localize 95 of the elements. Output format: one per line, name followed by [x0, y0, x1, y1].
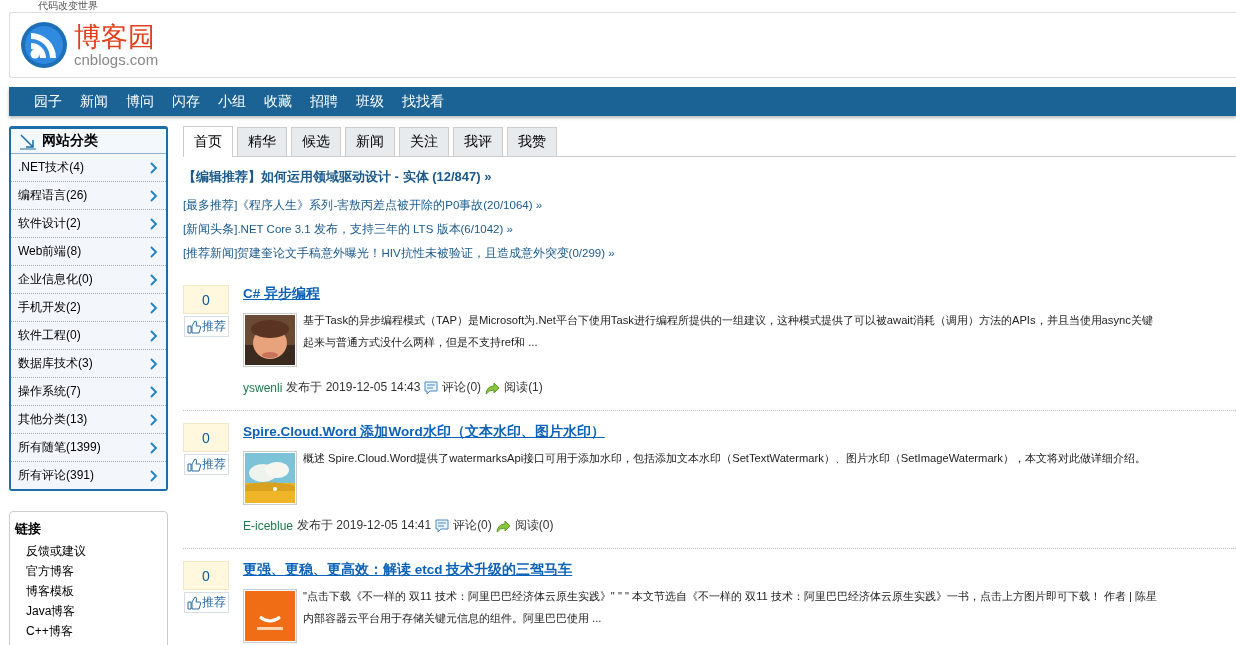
vote-count: 0: [183, 561, 229, 590]
vote-count: 0: [183, 285, 229, 314]
vote-count: 0: [183, 423, 229, 452]
post-title[interactable]: 更强、更稳、更高效：解读 etcd 技术升级的三驾马车: [243, 561, 1236, 579]
category-item[interactable]: 数据库技术(3): [11, 350, 166, 378]
chevron-icon: [149, 385, 158, 398]
category-label: .NET技术(4): [18, 159, 84, 176]
headline-link[interactable]: 【编辑推荐】如何运用领域驱动设计 - 实体 (12/847) »: [183, 165, 1236, 189]
category-label: 所有评论(391): [18, 467, 94, 484]
tab[interactable]: 我赞: [507, 127, 557, 156]
tab[interactable]: 首页: [183, 126, 233, 157]
category-label: 软件工程(0): [18, 327, 81, 344]
chevron-icon: [149, 329, 158, 342]
comments-link[interactable]: 评论(0): [453, 517, 492, 534]
headline-link[interactable]: [推荐新闻]贺建奎论文手稿意外曝光！HIV抗性未被验证，且造成意外突变(0/299) »: [183, 241, 1236, 265]
tab[interactable]: 精华: [237, 127, 287, 156]
nav-link[interactable]: 闪存: [163, 92, 209, 111]
comment-icon: [424, 380, 439, 395]
thumbs-up-icon: [186, 457, 201, 472]
nav-link[interactable]: 小组: [209, 92, 255, 111]
category-item[interactable]: 编程语言(26): [11, 182, 166, 210]
tab[interactable]: 我评: [453, 127, 503, 156]
category-item[interactable]: 企业信息化(0): [11, 266, 166, 294]
nav-link[interactable]: 找找看: [393, 92, 453, 111]
sidebar-link[interactable]: 博客模板: [15, 581, 167, 601]
chevron-icon: [149, 189, 158, 202]
sidebar-link[interactable]: C++博客: [15, 621, 167, 641]
chevron-icon: [149, 301, 158, 314]
sidebar-link[interactable]: 官方博客: [15, 561, 167, 581]
chevron-icon: [149, 161, 158, 174]
post-summary: "点击下载《不一样的 双11 技术：阿里巴巴经济体云原生实践》" " " 本文节选自《不一样的 双11 技术：阿里巴巴经济体云原生实践》一书，点击上方图片即可下载！ 作者 | 陈星 内部容器云平台用于存储关键元信息的组件。阿里巴巴使用 ...: [303, 589, 1158, 626]
chevron-icon: [149, 245, 158, 258]
category-label: 手机开发(2): [18, 299, 81, 316]
category-label: 软件设计(2): [18, 215, 81, 232]
recommend-button[interactable]: 推荐: [183, 316, 229, 337]
post-date: 发布于 2019-12-05 14:41: [297, 517, 432, 534]
chevron-icon: [149, 413, 158, 426]
category-item[interactable]: 其他分类(13): [11, 406, 166, 434]
nav-link[interactable]: 招聘: [301, 92, 347, 111]
recommend-button[interactable]: 推荐: [183, 454, 229, 475]
chevron-icon: [149, 441, 158, 454]
post-title[interactable]: Spire.Cloud.Word 添加Word水印（文本水印、图片水印）: [243, 423, 1236, 441]
chevron-icon: [149, 217, 158, 230]
tab[interactable]: 关注: [399, 127, 449, 156]
post-title[interactable]: C# 异步编程: [243, 285, 1236, 303]
comment-icon: [435, 518, 450, 533]
tab[interactable]: 候选: [291, 127, 341, 156]
panel-title: 网站分类: [42, 132, 98, 150]
site-domain: cnblogs.com: [74, 52, 159, 68]
panel-title: 链接: [15, 520, 42, 538]
category-item[interactable]: 软件工程(0): [11, 322, 166, 350]
category-label: 操作系统(7): [18, 383, 81, 400]
category-label: Web前端(8): [18, 243, 82, 260]
nav-link[interactable]: 园子: [25, 92, 71, 111]
nav-link[interactable]: 新闻: [71, 92, 117, 111]
post-date: 发布于 2019-12-05 14:43: [286, 379, 421, 396]
post-summary: 概述 Spire.Cloud.Word提供了watermarksApi接口可用于添加水印，包括添加文本水印（SetTextWatermark）、图片水印（SetImageWatermark），本文将对此做详细介绍。: [303, 451, 1146, 466]
logo-icon: [20, 21, 68, 69]
category-label: 其他分类(13): [18, 411, 88, 428]
headline-link[interactable]: [最多推荐]《程序人生》系列-害敖丙差点被开除的P0事故(20/1064) »: [183, 193, 1236, 217]
category-item[interactable]: 所有随笔(1399): [11, 434, 166, 462]
sidebar-link[interactable]: Java博客: [15, 601, 167, 621]
tab[interactable]: 新闻: [345, 127, 395, 156]
category-label: 企业信息化(0): [18, 271, 93, 288]
thumbs-up-icon: [186, 319, 201, 334]
category-item[interactable]: 操作系统(7): [11, 378, 166, 406]
sidebar-link[interactable]: 反馈或建议: [15, 541, 167, 561]
share-arrow-icon: [485, 380, 501, 395]
chevron-icon: [149, 357, 158, 370]
comments-link[interactable]: 评论(0): [442, 379, 482, 396]
reads-link[interactable]: 阅读(1): [504, 379, 543, 396]
nav-link[interactable]: 班级: [347, 92, 393, 111]
share-arrow-icon: [495, 518, 511, 533]
chevron-icon: [149, 273, 158, 286]
nav-link[interactable]: 博问: [117, 92, 163, 111]
slogan: 代码改变世界: [38, 0, 98, 11]
author-link[interactable]: yswenli: [243, 380, 283, 395]
nav-link[interactable]: 收藏: [255, 92, 301, 111]
author-link[interactable]: E-iceblue: [243, 518, 294, 533]
post-summary: 基于Task的异步编程模式（TAP）是Microsoft为.Net平台下使用Task进行编程所提供的一组建议，这种模式提供了可以被await消耗（调用）方法的APIs，并且当使用async关键 起来与普通方式没什么两样，但是不支持ref和 ...: [303, 313, 1153, 350]
category-label: 数据库技术(3): [18, 355, 93, 372]
reads-link[interactable]: 阅读(0): [514, 517, 554, 534]
recommend-button[interactable]: 推荐: [183, 592, 229, 613]
category-item[interactable]: Web前端(8): [11, 238, 166, 266]
category-item[interactable]: 手机开发(2): [11, 294, 166, 322]
category-item[interactable]: 所有评论(391): [11, 462, 166, 489]
site-name[interactable]: 博客园: [74, 22, 159, 52]
arrow-icon: [19, 132, 37, 150]
thumbs-up-icon: [186, 595, 201, 610]
category-label: 所有随笔(1399): [18, 439, 101, 456]
headline-link[interactable]: [新闻头条].NET Core 3.1 发布，支持三年的 LTS 版本(6/1042) »: [183, 217, 1236, 241]
category-item[interactable]: 软件设计(2): [11, 210, 166, 238]
category-item[interactable]: .NET技术(4): [11, 154, 166, 182]
category-label: 编程语言(26): [18, 187, 88, 204]
chevron-icon: [149, 469, 158, 482]
